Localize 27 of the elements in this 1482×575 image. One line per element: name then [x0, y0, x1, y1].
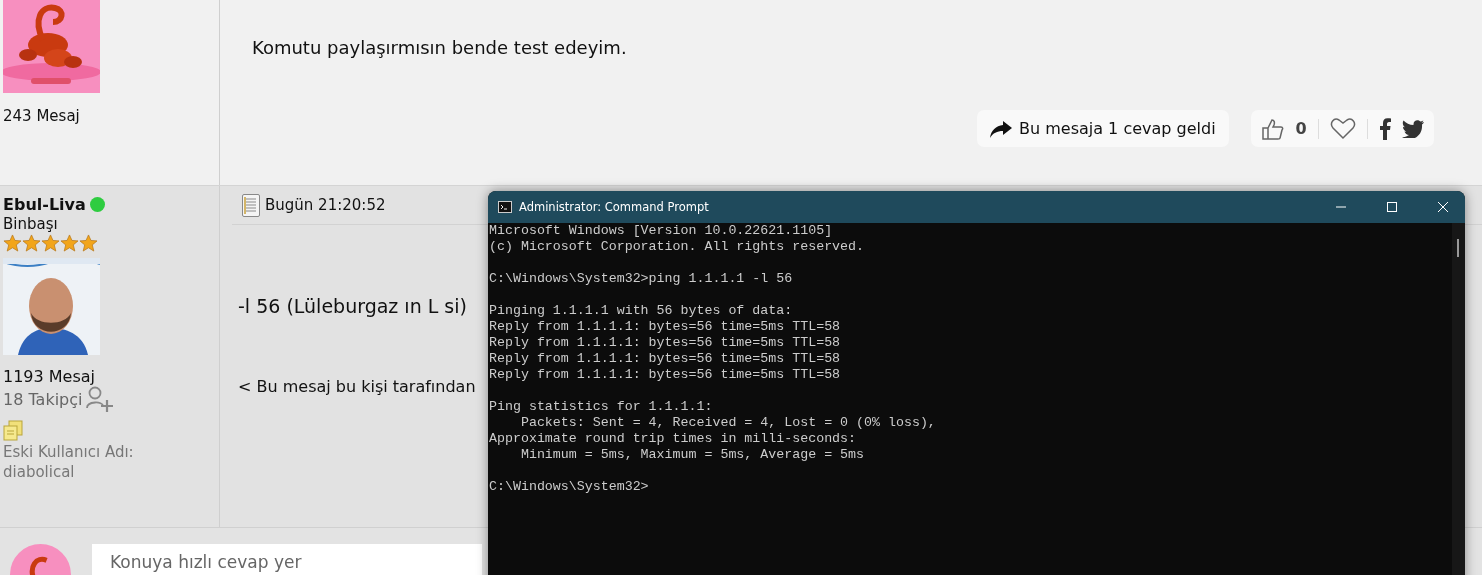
like-count: 0: [1295, 119, 1307, 138]
message-text: Komutu paylaşırmısın bende test edeyim.: [252, 37, 628, 58]
follower-count: 18 Takipçi: [3, 389, 83, 409]
reply-notice-button[interactable]: Bu mesaja 1 cevap geldi: [977, 110, 1229, 147]
message-count: 1193 Mesaj: [3, 367, 96, 386]
thumbs-up-icon[interactable]: [1260, 116, 1285, 141]
terminal-icon: [498, 201, 512, 213]
quick-reply-field[interactable]: Konuya hızlı cevap yer: [92, 544, 482, 575]
heart-icon[interactable]: [1329, 117, 1356, 140]
document-icon: [242, 193, 260, 217]
username[interactable]: Ebul-Liva: [3, 195, 86, 214]
old-username-label: Eski Kullanıcı Adı:: [3, 442, 134, 462]
facebook-icon[interactable]: [1378, 117, 1391, 140]
message-text: -l 56 (Lüleburgaz ın L si): [238, 295, 467, 317]
message-count: 243 Mesaj: [3, 107, 80, 125]
scrollbar[interactable]: [1452, 223, 1465, 575]
old-username: diabolical: [3, 462, 75, 482]
close-icon[interactable]: [1437, 201, 1449, 213]
post-timestamp: Bugün 21:20:52: [265, 196, 386, 214]
user-rank: Binbaşı: [3, 214, 58, 234]
window-title: Administrator: Command Prompt: [519, 200, 709, 214]
maximize-icon[interactable]: [1386, 201, 1398, 213]
add-user-icon[interactable]: [86, 386, 115, 412]
terminal-output: Microsoft Windows [Version 10.0.22621.1105] (c) Microsoft Corporation. All rights reserved. C:\Windows\System32>ping 1.1.1.1 -l 56 Pinging 1.1.1.1 with 56 bytes of data: Reply from 1.1.1.1: bytes=56 time=5ms TTL=58 Reply from 1.1.1.1: bytes=56 time=5ms TTL=58 Reply from 1.1.1.1: bytes=56 time=5ms TTL=58 Reply from 1.1.1.1: bytes=56 time=5ms TTL=58 Ping statistics for 1.1.1.1: Packets: Sent = 4, Received = 4, Lost = 0 (0% loss), Approximate round trip times in milli-seconds: Minimum = 5ms, Maximum = 5ms, Average = 5ms C:\Windows\System32>: [488, 223, 937, 496]
twitter-bird-icon[interactable]: [1401, 119, 1424, 138]
share-arrow-icon: [989, 118, 1013, 139]
edit-note: < Bu mesaj bu kişi tarafından: [238, 377, 477, 396]
